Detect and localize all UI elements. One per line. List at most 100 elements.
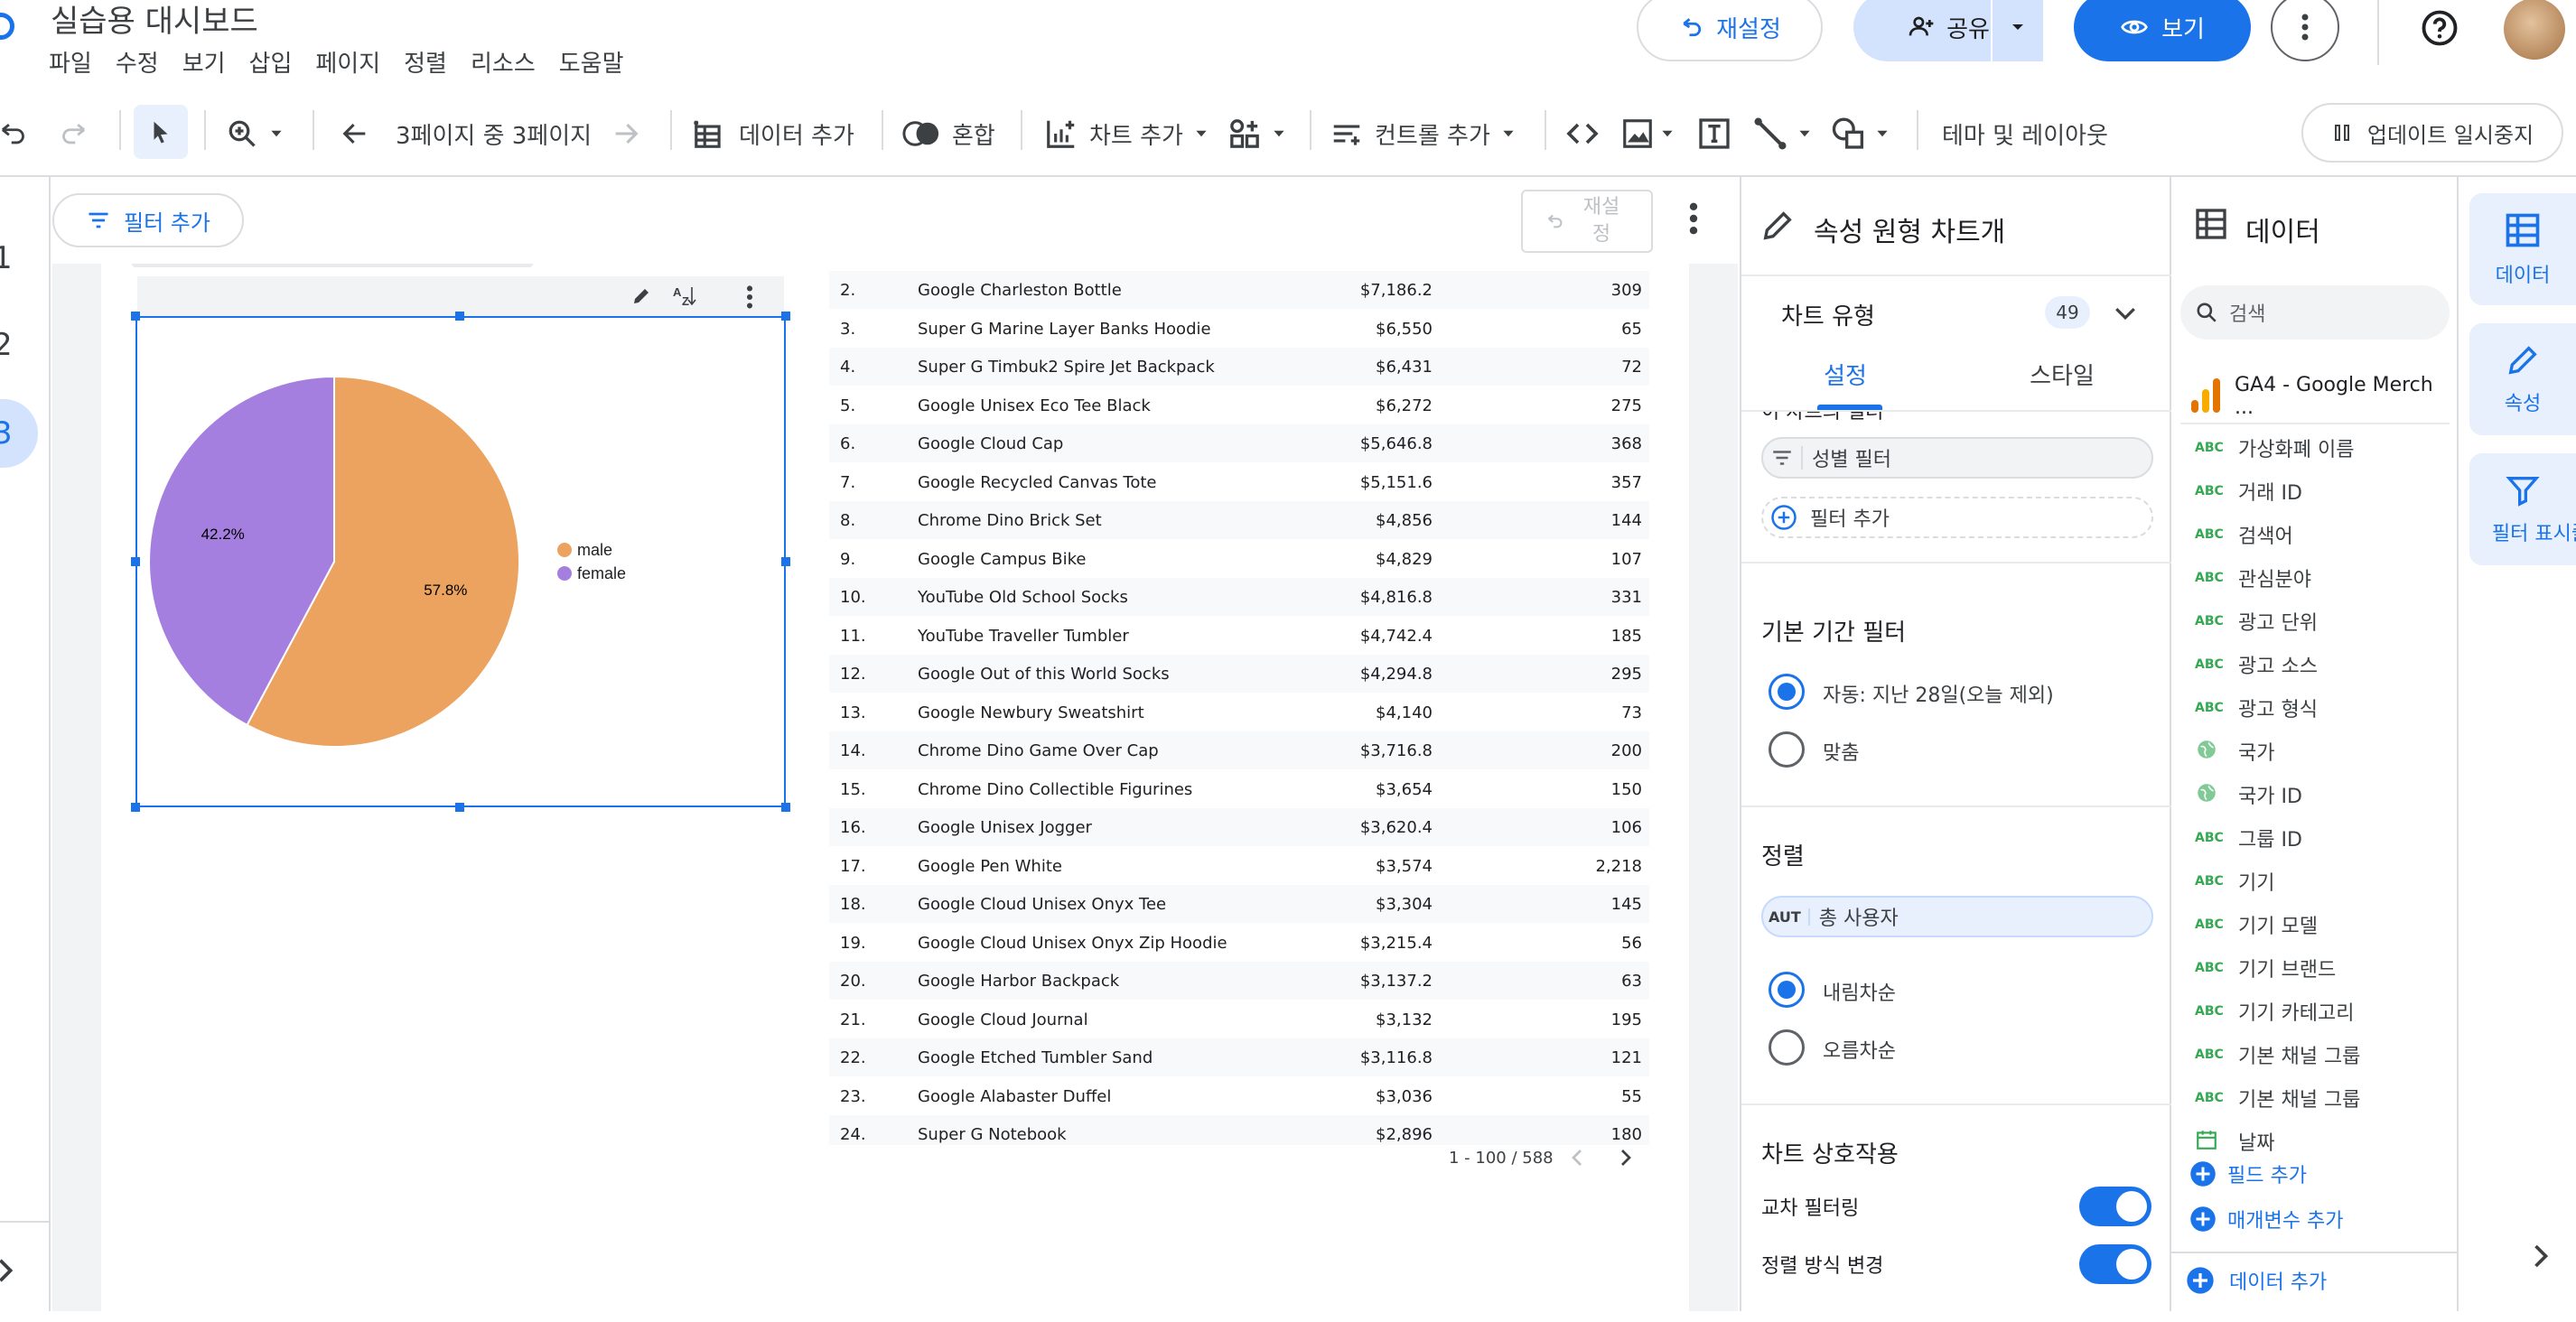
report-title[interactable]: 실습용 대시보드 [51, 0, 258, 41]
filter-chip[interactable]: 성별 필터 [1761, 437, 2153, 479]
menu-help[interactable]: 도움말 [559, 45, 624, 79]
legend-item-male[interactable]: male [577, 541, 612, 559]
embed-code-button[interactable] [1564, 98, 1601, 170]
sort-desc-radio[interactable] [1769, 972, 1805, 1008]
page-item-2[interactable]: 2 [0, 327, 13, 363]
sort-button[interactable]: AZ [672, 284, 699, 309]
filter-reset-button[interactable]: 재설정 [1521, 190, 1653, 253]
theme-layout-button[interactable]: 테마 및 레이아웃 [1942, 98, 2108, 170]
table-row[interactable]: 11. YouTube Traveller Tumbler $4,742.4 185 [829, 617, 1649, 655]
more-options-button[interactable] [2271, 0, 2339, 61]
table-row[interactable]: 6. Google Cloud Cap $5,646.8 368 [829, 424, 1649, 462]
table-row[interactable]: 5. Google Unisex Eco Tee Black $6,272 275 [829, 386, 1649, 424]
menu-page[interactable]: 페이지 [315, 45, 380, 79]
expand-panel-button[interactable] [2531, 1243, 2551, 1270]
add-field-button[interactable]: 필드 추가 [2189, 1159, 2451, 1188]
reset-button[interactable]: 재설정 [1637, 0, 1823, 61]
chart-type-selector[interactable]: 차트 유형 49 [1741, 276, 2173, 352]
data-field-item[interactable]: ABC 가상화폐 이름 [2195, 428, 2354, 468]
add-parameter-button[interactable]: 매개변수 추가 [2189, 1205, 2451, 1234]
tab-style[interactable]: 스타일 [1958, 354, 2166, 408]
text-box-button[interactable] [1696, 98, 1732, 170]
table-row[interactable]: 14. Chrome Dino Game Over Cap $3,716.8 200 [829, 731, 1649, 769]
table-row[interactable]: 23. Google Alabaster Duffel $3,036 55 [829, 1077, 1649, 1115]
data-source-item[interactable]: GA4 - Google Merch ... [2189, 374, 2457, 419]
table-row[interactable]: 10. YouTube Old School Socks $4,816.8 331 [829, 578, 1649, 616]
redo-button[interactable] [56, 98, 87, 170]
sort-field-chip[interactable]: AUT 총 사용자 [1761, 896, 2153, 937]
page-item-1[interactable]: 1 [0, 240, 13, 276]
add-component-button[interactable] [1227, 98, 1286, 170]
data-field-item[interactable]: 국가 ID [2195, 775, 2302, 815]
data-field-item[interactable]: ABC 그룹 ID [2195, 818, 2302, 858]
data-search-input[interactable]: 검색 [2180, 285, 2450, 340]
data-field-item[interactable]: ABC 기본 채널 그룹 [2195, 1078, 2360, 1118]
filter-bar-menu-button[interactable] [1689, 202, 1698, 235]
date-custom-radio[interactable] [1769, 731, 1805, 768]
data-field-item[interactable]: ABC 기기 브랜드 [2195, 948, 2336, 988]
sort-asc-radio[interactable] [1769, 1029, 1805, 1066]
data-field-item[interactable]: ABC 광고 형식 [2195, 688, 2318, 728]
menu-edit[interactable]: 수정 [116, 45, 159, 79]
table-row[interactable]: 13. Google Newbury Sweatshirt $4,140 73 [829, 694, 1649, 731]
rail-properties-button[interactable]: 속성 [2469, 323, 2576, 435]
edit-chart-button[interactable] [630, 285, 652, 307]
table-next-page-button[interactable] [1619, 1147, 1633, 1168]
rail-data-button[interactable]: 데이터 [2469, 193, 2576, 305]
menu-arrange[interactable]: 정렬 [404, 45, 447, 79]
blend-button[interactable]: 혼합 [901, 98, 995, 170]
data-field-item[interactable]: 국가 [2195, 731, 2274, 771]
add-filter-button[interactable]: 필터 추가 [52, 193, 244, 247]
add-data-button[interactable]: 데이터 추가 [692, 98, 854, 170]
line-button[interactable] [1752, 98, 1812, 170]
table-row[interactable]: 8. Chrome Dino Brick Set $4,856 144 [829, 501, 1649, 539]
data-field-item[interactable]: ABC 기본 채널 그룹 [2195, 1035, 2360, 1075]
menu-view[interactable]: 보기 [182, 45, 226, 79]
rail-filter-bar-button[interactable]: 필터 표시줄 [2469, 453, 2576, 565]
change-sort-toggle[interactable] [2079, 1244, 2151, 1284]
data-field-item[interactable]: ABC 기기 [2195, 861, 2274, 901]
shape-button[interactable] [1830, 98, 1890, 170]
data-field-item[interactable]: ABC 검색어 [2195, 515, 2293, 554]
next-page-button[interactable] [611, 98, 641, 170]
view-button[interactable]: 보기 [2074, 0, 2251, 61]
cross-filter-toggle[interactable] [2079, 1187, 2151, 1226]
avatar[interactable] [2504, 0, 2565, 60]
add-data-source-button[interactable]: 데이터 추가 [2186, 1266, 2327, 1295]
undo-button[interactable] [0, 98, 31, 170]
date-auto-radio[interactable] [1769, 674, 1805, 710]
table-row[interactable]: 21. Google Cloud Journal $3,132 195 [829, 1001, 1649, 1038]
table-row[interactable]: 3. Super G Marine Layer Banks Hoodie $6,55… [829, 310, 1649, 348]
menu-resources[interactable]: 리소스 [471, 45, 536, 79]
legend-item-female[interactable]: female [577, 564, 626, 582]
tab-setup[interactable]: 설정 [1741, 354, 1949, 408]
table-row[interactable]: 4. Super G Timbuk2 Spire Jet Backpack $6,4… [829, 348, 1649, 386]
table-row[interactable]: 16. Google Unisex Jogger $3,620.4 106 [829, 808, 1649, 846]
table-row[interactable]: 24. Super G Notebook $2,896 180 [829, 1115, 1649, 1145]
table-row[interactable]: 22. Google Etched Tumbler Sand $3,116.8 121 [829, 1038, 1649, 1076]
chart-menu-button[interactable] [746, 285, 753, 309]
table-prev-page-button[interactable] [1570, 1147, 1584, 1168]
data-field-item[interactable]: 날짜 [2195, 1122, 2274, 1161]
data-field-item[interactable]: ABC 기기 카테고리 [2195, 991, 2354, 1031]
app-logo[interactable] [0, 13, 14, 40]
table-row[interactable]: 12. Google Out of this World Socks $4,294.… [829, 655, 1649, 693]
table-row[interactable]: 20. Google Harbor Backpack $3,137.2 63 [829, 962, 1649, 1000]
table-row[interactable]: 7. Google Recycled Canvas Tote $5,151.6 357 [829, 463, 1649, 501]
data-field-item[interactable]: ABC 광고 소스 [2195, 645, 2318, 684]
image-button[interactable] [1620, 98, 1675, 170]
add-chart-filter-button[interactable]: 필터 추가 [1761, 497, 2153, 538]
help-button[interactable] [2421, 9, 2459, 47]
data-field-item[interactable]: ABC 기기 모델 [2195, 905, 2318, 945]
table-row[interactable]: 9. Google Campus Bike $4,829 107 [829, 540, 1649, 578]
table-row[interactable]: 17. Google Pen White $3,574 2,218 [829, 847, 1649, 885]
data-field-item[interactable]: ABC 거래 ID [2195, 471, 2302, 511]
zoom-button[interactable] [226, 98, 284, 170]
add-control-button[interactable]: 컨트롤 추가 [1330, 98, 1516, 170]
prev-page-button[interactable] [340, 98, 370, 170]
data-field-item[interactable]: ABC 관심분야 [2195, 558, 2311, 598]
expand-pages-button[interactable] [0, 1257, 16, 1284]
table-row[interactable]: 2. Google Charleston Bottle $7,186.2 309 [829, 271, 1649, 309]
pause-updates-button[interactable]: 업데이트 일시중지 [2301, 103, 2563, 163]
menu-insert[interactable]: 삽입 [249, 45, 293, 79]
